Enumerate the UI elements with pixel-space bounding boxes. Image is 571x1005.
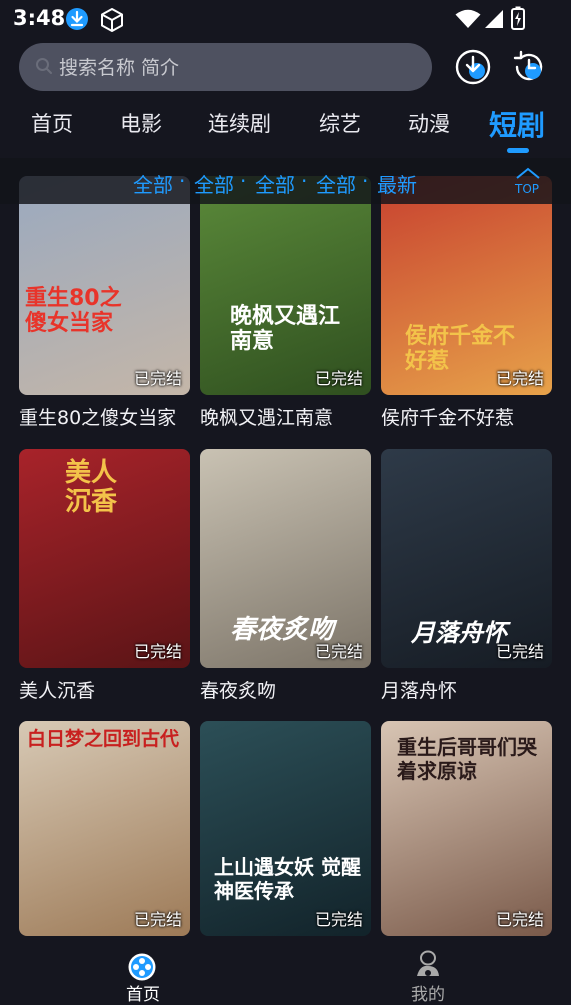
poster-title-art: 上山遇女妖 觉醒神医传承 <box>214 855 361 903</box>
poster-image: 上山遇女妖 觉醒神医传承 已完结 <box>200 721 371 936</box>
poster-image: 美人沉香 已完结 <box>19 449 190 668</box>
filter-separator: · <box>240 169 247 193</box>
filter-type[interactable]: 全部 <box>133 169 173 198</box>
status-time: 3:48 <box>13 6 66 30</box>
completed-badge: 已完结 <box>314 642 363 661</box>
filter-sort[interactable]: 最新 <box>377 169 417 198</box>
poster-image: 晚枫又遇江南意 已完结 <box>200 176 371 395</box>
drama-title: 春夜炙吻 <box>200 680 277 702</box>
poster-title-art: 晚枫又遇江南意 <box>230 304 341 355</box>
battery-charging-icon <box>511 6 525 30</box>
filter-year[interactable]: 全部 <box>316 169 356 198</box>
drama-title: 美人沉香 <box>19 680 96 702</box>
download-icon[interactable] <box>454 48 492 86</box>
poster-image: 重生后哥哥们哭着求原谅 已完结 <box>381 721 552 936</box>
completed-badge: 已完结 <box>495 369 544 388</box>
completed-badge: 已完结 <box>133 910 182 929</box>
filter-bar: 全部 · 全部 · 全部 · 全部 · 最新 <box>0 158 571 204</box>
home-grid-icon <box>128 953 156 981</box>
filter-genre[interactable]: 全部 <box>194 169 234 198</box>
search-input[interactable] <box>57 43 421 93</box>
filter-separator: · <box>301 169 308 193</box>
wifi-icon <box>455 9 481 28</box>
back-to-top-label: TOP <box>515 182 540 196</box>
filter-region[interactable]: 全部 <box>255 169 295 198</box>
tab-series[interactable]: 连续剧 <box>208 108 271 138</box>
poster-image: 春夜炙吻 已完结 <box>200 449 371 668</box>
nav-profile-label: 我的 <box>411 985 445 1005</box>
poster-image: 白日梦之回到古代 已完结 <box>19 721 190 936</box>
poster-image: 侯府千金不好惹 已完结 <box>381 176 552 395</box>
nav-home[interactable]: 首页 <box>98 936 188 1005</box>
nav-home-label: 首页 <box>126 985 160 1005</box>
completed-badge: 已完结 <box>495 642 544 661</box>
poster-image: 重生80之傻女当家 已完结 <box>19 176 190 395</box>
poster-title-art: 重生80之傻女当家 <box>25 286 122 337</box>
completed-badge: 已完结 <box>133 369 182 388</box>
completed-badge: 已完结 <box>314 910 363 929</box>
poster-title-art: 月落舟怀 <box>411 619 507 647</box>
filter-separator: · <box>362 169 369 193</box>
completed-badge: 已完结 <box>133 642 182 661</box>
search-icon <box>36 58 52 74</box>
drama-title: 侯府千金不好惹 <box>381 407 515 429</box>
tab-movies[interactable]: 电影 <box>120 108 162 138</box>
back-to-top-button[interactable]: TOP <box>509 166 547 200</box>
poster-title-art: 重生后哥哥们哭着求原谅 <box>397 735 537 783</box>
drama-title: 晚枫又遇江南意 <box>200 407 334 429</box>
search-bar[interactable] <box>19 43 432 93</box>
download-notification-icon <box>66 8 88 30</box>
tab-short-drama[interactable]: 短剧 <box>489 104 545 144</box>
bottom-navigation: 首页 我的 <box>0 936 571 1005</box>
drama-title: 重生80之傻女当家 <box>19 407 177 429</box>
tab-anime[interactable]: 动漫 <box>408 108 450 138</box>
cube-app-icon <box>101 8 123 32</box>
nav-profile[interactable]: 我的 <box>383 936 473 1005</box>
active-tab-indicator <box>507 148 529 153</box>
profile-icon <box>417 950 439 976</box>
history-icon[interactable] <box>510 48 548 86</box>
signal-icon <box>485 10 503 28</box>
poster-title-art: 美人沉香 <box>65 458 118 517</box>
filter-separator: · <box>179 169 186 193</box>
completed-badge: 已完结 <box>495 910 544 929</box>
tab-variety[interactable]: 综艺 <box>319 108 361 138</box>
poster-title-art: 白日梦之回到古代 <box>27 728 180 750</box>
drama-title: 月落舟怀 <box>381 680 458 702</box>
category-tabs: 首页 电影 连续剧 综艺 动漫 短剧 <box>0 98 571 154</box>
poster-image: 月落舟怀 已完结 <box>381 449 552 668</box>
status-bar: 3:48 <box>0 0 571 38</box>
completed-badge: 已完结 <box>314 369 363 388</box>
tab-home[interactable]: 首页 <box>31 108 73 138</box>
chevron-up-icon <box>516 167 540 179</box>
